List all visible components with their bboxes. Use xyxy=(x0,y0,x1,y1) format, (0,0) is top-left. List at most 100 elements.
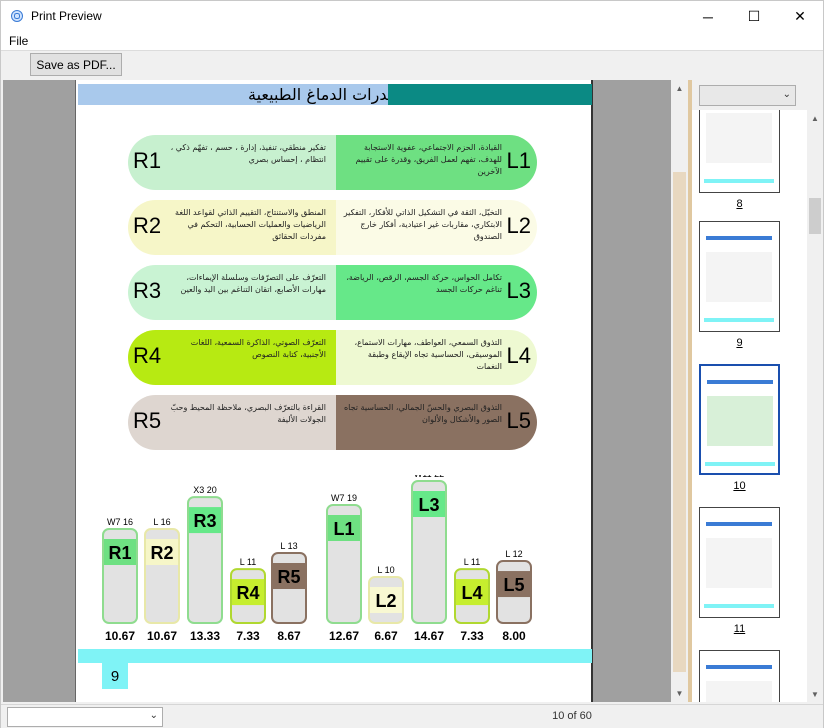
header-accent xyxy=(388,84,592,105)
bar-category-label: R2 xyxy=(150,543,173,563)
row-right-code: L3 xyxy=(506,278,531,303)
row-right-desc: القيادة، الحزم الاجتماعي، عفوية الاستجاب… xyxy=(355,143,502,176)
page-thumbnail[interactable] xyxy=(699,221,780,332)
bar-top-label: L 16 xyxy=(153,517,170,527)
chevron-down-icon: ⌄ xyxy=(782,89,791,100)
row-left-desc: المنطق والاستنتاج، التقييم الذاتي لقواعد… xyxy=(175,208,326,241)
bar-top-label: W11 22 xyxy=(414,475,444,479)
row-left-desc: التعرّف على التصرّفات وسلسلة الإيماءات، … xyxy=(180,273,327,294)
bar-value-label: 7.33 xyxy=(460,629,484,643)
row-right-code: L5 xyxy=(506,408,531,433)
bar-value-label: 10.67 xyxy=(105,629,135,643)
bar-category-label: L4 xyxy=(461,583,482,603)
window-title: Print Preview xyxy=(31,9,102,23)
scroll-thumb[interactable] xyxy=(673,172,686,672)
row-left-desc: التعرّف الصوتي، الذاكرة السمعية، اللغات … xyxy=(190,338,326,359)
ability-row: R2 المنطق والاستنتاج، التقييم الذاتي لقوا… xyxy=(128,200,537,255)
scroll-down-icon[interactable]: ▼ xyxy=(671,685,686,702)
row-left-code: R3 xyxy=(133,278,162,303)
bar-category-label: R1 xyxy=(108,543,131,563)
page-thumbnail[interactable] xyxy=(699,650,780,702)
row-left-code: R1 xyxy=(133,148,162,173)
page-title: قدرات الدماغ الطبيعية xyxy=(248,85,388,104)
preview-page: قدرات الدماغ الطبيعية R1 تفكير منطقي، تنف… xyxy=(75,80,593,702)
thumb-content xyxy=(706,681,772,702)
row-right-code: L4 xyxy=(506,343,531,368)
thumbnail-label[interactable]: 11 xyxy=(699,623,780,635)
row-left-desc: تفكير منطقي، تنفيذ، إدارة ، حسم ، تفهّم … xyxy=(170,143,326,164)
thumbnail-sidebar: ⌄ 8 9 10 11 ▲ ▼ xyxy=(688,80,823,702)
row-left-code: R5 xyxy=(133,408,162,433)
page-header: قدرات الدماغ الطبيعية xyxy=(78,84,592,105)
title-bar: Print Preview ─ ☐ ✕ xyxy=(1,1,823,32)
app-icon xyxy=(11,10,23,22)
thumb-header xyxy=(706,236,772,240)
thumb-header xyxy=(707,380,773,384)
row-right-desc: التذوق السمعي، العواطف، مهارات الاستماع،… xyxy=(354,338,503,371)
ability-row: R5 القراءة بالتعرّف البصري، ملاحظة المحيط… xyxy=(128,395,537,450)
scroll-down-icon[interactable]: ▼ xyxy=(807,686,823,702)
row-right-desc: التذوق البصري والحسّ الجمالي، الحساسية ت… xyxy=(343,403,502,424)
menu-file[interactable]: File xyxy=(9,34,28,48)
bar-top-label: L 11 xyxy=(464,557,481,567)
sidebar-header: ⌄ xyxy=(692,80,823,110)
thumb-content xyxy=(706,252,772,302)
bar-value-label: 6.67 xyxy=(374,629,398,643)
print-preview-window: Print Preview ─ ☐ ✕ File Save as PDF... … xyxy=(0,0,824,728)
thumb-content xyxy=(706,113,772,163)
chevron-down-icon: ⌄ xyxy=(149,710,158,721)
bar-top-label: L 12 xyxy=(505,549,522,559)
row-left-desc: القراءة بالتعرّف البصري، ملاحظة المحيط و… xyxy=(170,403,326,424)
bar-category-label: L1 xyxy=(333,519,354,539)
preview-scrollbar[interactable]: ▲ ▼ xyxy=(671,80,686,702)
toolbar: Save as PDF... xyxy=(1,51,823,78)
thumbnail-label[interactable]: 10 xyxy=(699,480,780,492)
minimize-button[interactable]: ─ xyxy=(685,1,731,32)
row-right-desc: تكامل الحواس، حركة الجسم، الرقص، الرياضة… xyxy=(346,273,502,294)
bar-top-label: W7 16 xyxy=(107,517,133,527)
thumb-footer xyxy=(705,462,775,466)
thumb-content xyxy=(707,396,773,446)
bar-category-label: R3 xyxy=(193,511,216,531)
thumbnail-list: 8 9 10 11 xyxy=(692,110,807,702)
scroll-up-icon[interactable]: ▲ xyxy=(807,110,823,126)
bar-value-label: 10.67 xyxy=(147,629,177,643)
page-thumbnail[interactable] xyxy=(699,507,780,618)
bar-top-label: X3 20 xyxy=(193,485,217,495)
ability-bar-chart: W7 16 R1 10.67 L 16 R2 10.67 X3 20 R3 13.33 L 11 R… xyxy=(102,475,532,643)
thumb-header xyxy=(706,522,772,526)
menu-bar: File xyxy=(1,32,823,51)
thumbnail-label[interactable]: 8 xyxy=(699,198,780,210)
thumb-footer xyxy=(704,179,774,183)
save-as-pdf-button[interactable]: Save as PDF... xyxy=(30,53,122,76)
scroll-thumb[interactable] xyxy=(809,198,821,234)
ability-row: R3 التعرّف على التصرّفات وسلسلة الإيماءات… xyxy=(128,265,537,320)
bar-value-label: 14.67 xyxy=(414,629,444,643)
page-thumbnail[interactable] xyxy=(699,110,780,193)
thumbnail-scrollbar[interactable]: ▲ ▼ xyxy=(807,110,823,702)
bar-category-label: L5 xyxy=(503,575,524,595)
bar-category-label: R4 xyxy=(236,583,259,603)
bar-top-label: L 11 xyxy=(240,557,257,567)
bar-top-label: L 13 xyxy=(280,541,297,551)
row-left-code: R2 xyxy=(133,213,162,238)
thumbnail-select[interactable]: ⌄ xyxy=(699,85,796,106)
ability-row: R1 تفكير منطقي، تنفيذ، إدارة ، حسم ، تفهّ… xyxy=(128,135,537,190)
close-button[interactable]: ✕ xyxy=(777,1,823,32)
page-number: 9 xyxy=(102,663,128,689)
bar-value-label: 8.67 xyxy=(277,629,301,643)
bar-value-label: 7.33 xyxy=(236,629,260,643)
zoom-select[interactable]: ⌄ xyxy=(7,707,163,727)
row-right-code: L1 xyxy=(506,148,531,173)
bar-category-label: R5 xyxy=(277,567,300,587)
scroll-up-icon[interactable]: ▲ xyxy=(671,80,686,97)
thumb-footer xyxy=(704,318,774,322)
bar-value-label: 12.67 xyxy=(329,629,359,643)
thumb-content xyxy=(706,538,772,588)
bar-top-label: W7 19 xyxy=(331,493,357,503)
maximize-button[interactable]: ☐ xyxy=(731,1,777,32)
bar-value-label: 13.33 xyxy=(190,629,220,643)
thumbnail-label[interactable]: 9 xyxy=(699,337,780,349)
preview-area[interactable]: قدرات الدماغ الطبيعية R1 تفكير منطقي، تنف… xyxy=(3,80,686,702)
page-thumbnail[interactable] xyxy=(699,364,780,475)
